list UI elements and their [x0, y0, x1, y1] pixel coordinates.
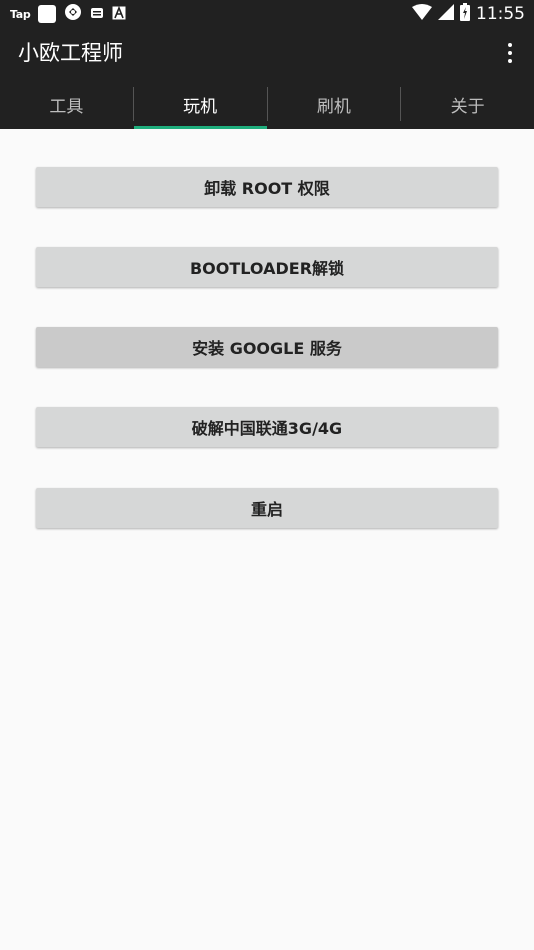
status-bar: Tap 11:55 — [0, 0, 534, 27]
app-bar: 小欧工程师 — [0, 27, 534, 79]
signal-icon — [438, 4, 454, 24]
battery-icon — [460, 3, 470, 25]
tab-about[interactable]: 关于 — [401, 79, 534, 129]
more-vert-icon[interactable] — [502, 41, 518, 65]
tab-play[interactable]: 玩机 — [133, 79, 267, 129]
font-icon — [112, 5, 126, 24]
tab-bar: 工具 玩机 刷机 关于 — [0, 79, 534, 129]
message-icon — [90, 5, 104, 24]
unlock-unicom-button[interactable]: 破解中国联通3G/4G — [36, 407, 498, 447]
bootloader-unlock-button[interactable]: BOOTLOADER解锁 — [36, 247, 498, 287]
white-square-icon — [38, 5, 57, 23]
install-google-services-button[interactable]: 安装 GOOGLE 服务 — [36, 327, 498, 367]
clock: 11:55 — [476, 4, 525, 24]
app-title: 小欧工程师 — [18, 41, 123, 65]
uninstall-root-button[interactable]: 卸载 ROOT 权限 — [36, 167, 498, 207]
tab-tools[interactable]: 工具 — [0, 79, 133, 129]
tab-flash[interactable]: 刷机 — [268, 79, 401, 129]
wifi-icon — [412, 4, 432, 24]
sync-icon — [64, 3, 82, 25]
main-content: 卸载 ROOT 权限 BOOTLOADER解锁 安装 GOOGLE 服务 破解中… — [0, 129, 534, 950]
reboot-button[interactable]: 重启 — [36, 488, 498, 528]
tap-app-label: Tap — [10, 7, 31, 21]
